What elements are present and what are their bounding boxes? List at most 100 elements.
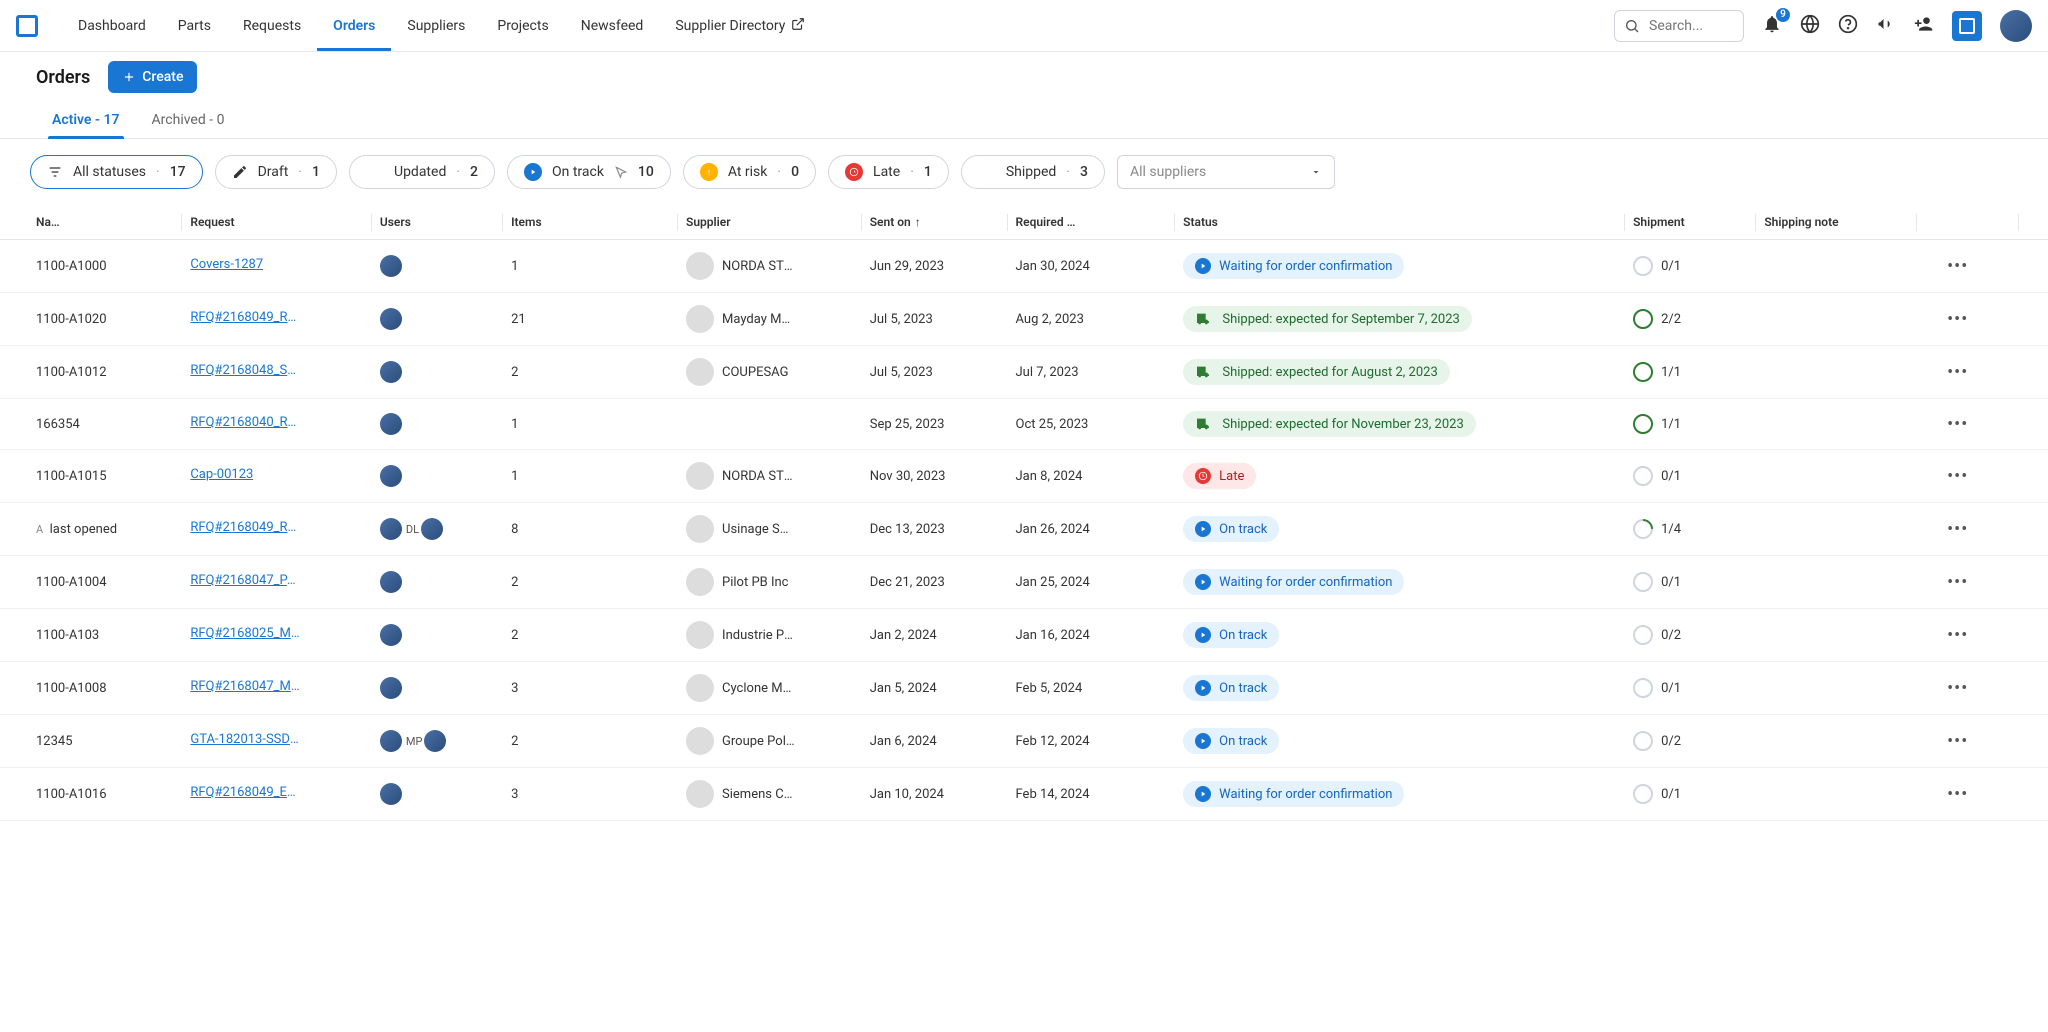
request-link[interactable]: RFQ#2168049_ELEC_1… (190, 785, 300, 800)
table-row[interactable]: 166354 RFQ#2168040_RF_2510 1 Sep 25, 202… (0, 399, 2048, 450)
filter-on-track[interactable]: On track 10 (507, 155, 671, 189)
row-more-button[interactable]: ••• (1917, 503, 2019, 556)
table-row[interactable]: 1100-A1000 Covers-1287 1 NORDA STELO I J… (0, 240, 2048, 293)
supplier-logo (686, 727, 714, 755)
progress-ring (1633, 466, 1653, 486)
supplier-logo (686, 780, 714, 808)
cell-sent: Jan 2, 2024 (862, 609, 1008, 662)
notifications-icon[interactable]: 9 (1762, 14, 1782, 38)
user-avatar[interactable] (2000, 10, 2032, 42)
cell-items: 1 (503, 399, 678, 450)
supplier-select[interactable]: All suppliers (1117, 155, 1335, 189)
filter-draft[interactable]: Draft·1 (215, 155, 337, 189)
nav-dashboard[interactable]: Dashboard (62, 0, 162, 51)
cell-supplier: Siemens Canad: (678, 768, 862, 821)
user-avatar (380, 361, 402, 383)
row-more-button[interactable]: ••• (1917, 399, 2019, 450)
cell-items: 3 (503, 662, 678, 715)
cell-name: 1100-A1008 (0, 662, 182, 715)
cell-supplier: NORDA STELO I (678, 240, 862, 293)
cell-items: 2 (503, 609, 678, 662)
cell-shipment: 1/1 (1625, 399, 1756, 450)
row-more-button[interactable]: ••• (1917, 715, 2019, 768)
row-more-button[interactable]: ••• (1917, 346, 2019, 399)
col-users[interactable]: Users (372, 205, 503, 240)
col-name[interactable]: Na… (0, 205, 182, 240)
row-more-button[interactable]: ••• (1917, 768, 2019, 821)
cell-items: 2 (503, 556, 678, 609)
filter-late[interactable]: Late·1 (828, 155, 949, 189)
col-shipment[interactable]: Shipment (1625, 205, 1756, 240)
external-link-icon (791, 17, 805, 35)
table-row[interactable]: 1100-A1015 Cap-00123 1 NORDA STELO I Nov… (0, 450, 2048, 503)
cell-sent: Dec 21, 2023 (862, 556, 1008, 609)
orders-table: Na… Request Users Items Supplier Sent on… (0, 205, 2048, 821)
row-more-button[interactable]: ••• (1917, 293, 2019, 346)
table-row[interactable]: 1100-A1020 RFQ#2168049_RAS-11… 21 Mayday… (0, 293, 2048, 346)
request-link[interactable]: RFQ#2168025_Machin… (190, 626, 300, 641)
cell-name: A last opened (0, 503, 182, 556)
app-square-icon[interactable] (1952, 11, 1982, 41)
globe-icon[interactable] (1800, 14, 1820, 38)
user-avatar (380, 518, 402, 540)
user-avatar (380, 255, 402, 277)
request-link[interactable]: Cap-00123 (190, 467, 253, 482)
row-more-button[interactable]: ••• (1917, 609, 2019, 662)
user-avatar (380, 308, 402, 330)
col-supplier[interactable]: Supplier (678, 205, 862, 240)
row-more-button[interactable]: ••• (1917, 556, 2019, 609)
table-row[interactable]: 1100-A1016 RFQ#2168049_ELEC_1… 3 Siemens… (0, 768, 2048, 821)
col-shipping-note[interactable]: Shipping note (1756, 205, 1916, 240)
create-button[interactable]: Create (108, 61, 197, 93)
nav-suppliers[interactable]: Suppliers (391, 0, 481, 51)
cell-status: Late (1175, 450, 1625, 503)
table-row[interactable]: 1100-A1008 RFQ#2168047_Machin… 3 Cyclone… (0, 662, 2048, 715)
help-icon[interactable] (1838, 14, 1858, 38)
cell-name: 1100-A1012 (0, 346, 182, 399)
table-row[interactable]: 1100-A103 RFQ#2168025_Machin… 2 Industri… (0, 609, 2048, 662)
supplier-logo (686, 462, 714, 490)
app-logo[interactable] (16, 15, 38, 37)
row-more-button[interactable]: ••• (1917, 240, 2019, 293)
filter-all-statuses[interactable]: All statuses·17 (30, 155, 203, 189)
request-link[interactable]: RFQ#2168048_SM_HA… (190, 363, 300, 378)
row-more-button[interactable]: ••• (1917, 662, 2019, 715)
filter-at-risk[interactable]: At risk·0 (683, 155, 816, 189)
nav-projects[interactable]: Projects (481, 0, 564, 51)
request-link[interactable]: RFQ#2168049_RAS-11… (190, 520, 300, 535)
tab-archived[interactable]: Archived - 0 (136, 102, 241, 138)
col-status[interactable]: Status (1175, 205, 1625, 240)
request-link[interactable]: RFQ#2168047_Machin… (190, 679, 300, 694)
request-link[interactable]: GTA-182013-SSD (1) (190, 732, 300, 747)
nav-supplier-directory[interactable]: Supplier Directory (659, 0, 821, 51)
request-link[interactable]: Covers-1287 (190, 257, 263, 272)
table-row[interactable]: A last opened RFQ#2168049_RAS-11… DL 8 U… (0, 503, 2048, 556)
user-avatar (380, 571, 402, 593)
table-row[interactable]: 12345 GTA-182013-SSD (1) MP 2 Groupe Pol… (0, 715, 2048, 768)
cell-supplier: NORDA STELO I (678, 450, 862, 503)
table-row[interactable]: 1100-A1012 RFQ#2168048_SM_HA… 2 COUPESAG… (0, 346, 2048, 399)
col-sent[interactable]: Sent on↑ (862, 205, 1008, 240)
tab-active[interactable]: Active - 17 (36, 102, 136, 138)
pencil-icon (232, 164, 248, 180)
col-items[interactable]: Items (503, 205, 678, 240)
filter-updated[interactable]: Updated·2 (349, 155, 495, 189)
filter-shipped[interactable]: Shipped·3 (961, 155, 1105, 189)
col-request[interactable]: Request (182, 205, 372, 240)
nav-requests[interactable]: Requests (227, 0, 317, 51)
nav-newsfeed[interactable]: Newsfeed (565, 0, 660, 51)
request-link[interactable]: RFQ#2168049_RAS-11… (190, 310, 300, 325)
col-required[interactable]: Required … (1008, 205, 1176, 240)
request-link[interactable]: RFQ#2168040_RF_2510 (190, 415, 300, 430)
nav-orders[interactable]: Orders (317, 0, 391, 51)
announce-icon[interactable] (1876, 14, 1896, 38)
user-avatar (380, 413, 402, 435)
request-link[interactable]: RFQ#2168047_PAINT_… (190, 573, 300, 588)
supplier-logo (686, 674, 714, 702)
nav-parts[interactable]: Parts (162, 0, 227, 51)
cell-required: Aug 2, 2023 (1008, 293, 1176, 346)
row-more-button[interactable]: ••• (1917, 450, 2019, 503)
add-user-icon[interactable] (1914, 14, 1934, 38)
global-search[interactable] (1614, 10, 1744, 42)
table-row[interactable]: 1100-A1004 RFQ#2168047_PAINT_… 2 Pilot P… (0, 556, 2048, 609)
